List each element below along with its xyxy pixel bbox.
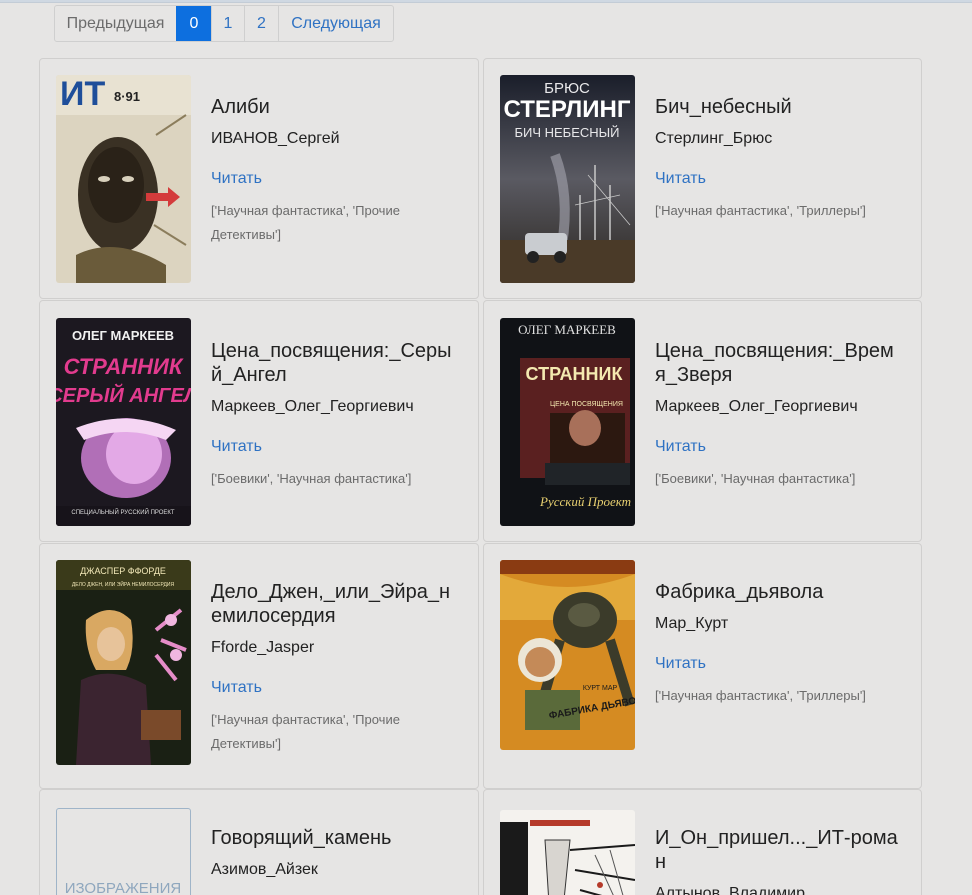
book-author: Азимов_Айзек bbox=[211, 861, 318, 878]
book-author: Стерлинг_Брюс bbox=[655, 130, 773, 147]
book-title: Цена_посвящения:_Время_Зверя bbox=[655, 340, 894, 386]
book-cover-image[interactable]: ОЛЕГ МАРКЕЕВ СТРАННИК СЕРЫЙ АНГЕЛ СПЕЦИА… bbox=[56, 318, 191, 526]
book-title: Говорящий_камень bbox=[211, 827, 392, 849]
book-title: И_Он_пришел..._ИТ-роман bbox=[655, 827, 898, 873]
cover-title: БИЧ НЕБЕСНЫЙ bbox=[514, 125, 619, 140]
book-genres: ['Боевики', 'Научная фантастика'] bbox=[655, 471, 856, 486]
book-author: Мар_Курт bbox=[655, 615, 729, 632]
cover-author: КУРТ МАР bbox=[583, 685, 618, 692]
read-link[interactable]: Читать bbox=[655, 169, 706, 189]
book-author: Маркеев_Олег_Георгиевич bbox=[655, 398, 858, 415]
book-cover-image[interactable]: КУРТ МАР ФАБРИКА ДЬЯВОЛА bbox=[500, 560, 635, 750]
book-card: ИТ 8·91 Алиби ИВАНОВ_Сергей Читать ['Нау… bbox=[39, 58, 479, 299]
book-cover-image[interactable]: ИТ 8·91 bbox=[56, 75, 191, 283]
pagination-page-2[interactable]: 2 bbox=[244, 6, 278, 41]
cover-series: СТРАННИК bbox=[526, 364, 624, 384]
cover-series-mark: Русский Проект bbox=[539, 494, 631, 509]
cover-author: ОЛЕГ МАРКЕЕВ bbox=[72, 328, 174, 343]
cover-series: СТРАННИК bbox=[64, 354, 184, 379]
book-author: Маркеев_Олег_Георгиевич bbox=[211, 398, 414, 415]
book-author: Алтынов_Владимир bbox=[655, 885, 805, 895]
book-genres: ['Научная фантастика', 'Прочие Детективы… bbox=[211, 203, 400, 242]
cover-footer: СПЕЦИАЛЬНЫЙ РУССКИЙ ПРОЕКТ bbox=[71, 508, 175, 516]
book-card: КУРТ МАР ФАБРИКА ДЬЯВОЛА Фабрика_дьявола… bbox=[483, 543, 922, 789]
book-card: БРЮС СТЕРЛИНГ БИЧ НЕБЕСНЫЙ Бич_небесный … bbox=[483, 58, 922, 299]
pagination-page-0[interactable]: 0 bbox=[176, 6, 211, 41]
book-genres: ['Научная фантастика', 'Триллеры'] bbox=[655, 688, 866, 703]
book-card: ИЗОБРАЖЕНИЯ Говорящий_камень Азимов_Айзе… bbox=[39, 789, 479, 895]
book-card: ОЛЕГ МАРКЕЕВ СТРАННИК ЦЕНА ПОСВЯЩЕНИЯ Ру… bbox=[483, 300, 922, 542]
book-card: ОЛЕГ МАРКЕЕВ СТРАННИК СЕРЫЙ АНГЕЛ СПЕЦИА… bbox=[39, 300, 479, 542]
pagination-next[interactable]: Следующая bbox=[278, 6, 393, 41]
cover-title: ДЕЛО ДЖЕН, ИЛИ ЭЙРА НЕМИЛОСЕРДИЯ bbox=[72, 580, 175, 588]
book-cover-image[interactable]: БРЮС СТЕРЛИНГ БИЧ НЕБЕСНЫЙ bbox=[500, 75, 635, 283]
pagination-page-1[interactable]: 1 bbox=[211, 6, 244, 41]
book-cover-placeholder[interactable]: ИЗОБРАЖЕНИЯ bbox=[56, 808, 191, 895]
book-title: Фабрика_дьявола bbox=[655, 581, 824, 603]
book-title: Дело_Джен,_или_Эйра_немилосердия bbox=[211, 581, 451, 627]
book-card: ДЖАСПЕР ФФОРДЕ ДЕЛО ДЖЕН, ИЛИ ЭЙРА НЕМИЛ… bbox=[39, 543, 479, 789]
book-genres: ['Боевики', 'Научная фантастика'] bbox=[211, 471, 412, 486]
book-genres: ['Научная фантастика', 'Прочие Детективы… bbox=[211, 712, 400, 751]
book-genres: ['Научная фантастика', 'Триллеры'] bbox=[655, 203, 866, 218]
top-border bbox=[0, 0, 972, 3]
pagination-previous[interactable]: Предыдущая bbox=[55, 6, 176, 41]
book-title: Алиби bbox=[211, 96, 270, 118]
cover-issue-text: 8·91 bbox=[114, 89, 140, 104]
cover-logo-text: ИТ bbox=[60, 75, 105, 113]
cover-author-first: БРЮС bbox=[544, 80, 590, 97]
book-author: ИВАНОВ_Сергей bbox=[211, 130, 340, 147]
read-link[interactable]: Читать bbox=[211, 437, 262, 457]
cover-title: СЕРЫЙ АНГЕЛ bbox=[56, 383, 191, 407]
read-link[interactable]: Читать bbox=[655, 437, 706, 457]
book-author: Fforde_Jasper bbox=[211, 639, 315, 656]
cover-author: ДЖАСПЕР ФФОРДЕ bbox=[80, 566, 166, 576]
book-cover-image[interactable] bbox=[500, 810, 635, 895]
book-title: Бич_небесный bbox=[655, 96, 792, 118]
cover-author: ОЛЕГ МАРКЕЕВ bbox=[518, 322, 616, 337]
read-link[interactable]: Читать bbox=[211, 169, 262, 189]
read-link[interactable]: Читать bbox=[211, 678, 262, 698]
cover-title: ЦЕНА ПОСВЯЩЕНИЯ bbox=[550, 401, 623, 408]
book-card: И_Он_пришел..._ИТ-роман Алтынов_Владимир bbox=[483, 789, 922, 895]
book-title: Цена_посвящения:_Серый_Ангел bbox=[211, 340, 452, 386]
read-link[interactable]: Читать bbox=[655, 654, 706, 674]
book-cover-image[interactable]: ДЖАСПЕР ФФОРДЕ ДЕЛО ДЖЕН, ИЛИ ЭЙРА НЕМИЛ… bbox=[56, 560, 191, 765]
book-cover-image[interactable]: ОЛЕГ МАРКЕЕВ СТРАННИК ЦЕНА ПОСВЯЩЕНИЯ Ру… bbox=[500, 318, 635, 526]
pagination: Предыдущая 0 1 2 Следующая bbox=[54, 5, 394, 42]
cover-author-last: СТЕРЛИНГ bbox=[504, 96, 631, 123]
cover-placeholder-text: ИЗОБРАЖЕНИЯ bbox=[65, 880, 182, 895]
